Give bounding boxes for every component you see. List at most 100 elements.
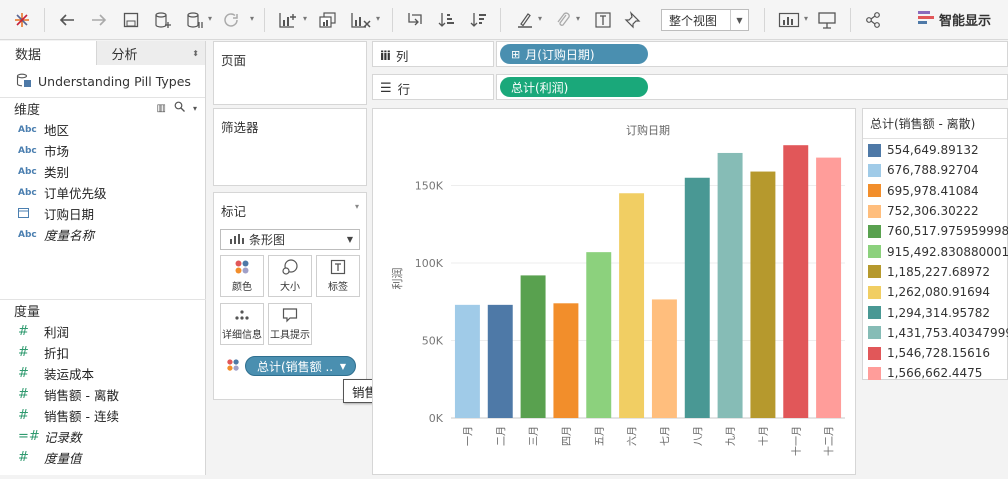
legend-label: 676,788.92704 [887,163,979,178]
number-type-icon: =# [18,429,40,444]
number-type-icon: # [18,408,29,423]
datasource-item[interactable]: Understanding Pill Types [0,65,205,97]
tab-data[interactable]: 数据 [0,41,97,65]
legend-item[interactable]: 1,185,227.68972 [863,262,1007,282]
legend-swatch [868,265,881,279]
x-tick-label: 八月 [692,426,704,446]
swap-icon[interactable] [404,8,426,32]
legend-item[interactable]: 760,517.975959998 [863,221,1008,241]
presentation-icon[interactable] [816,8,838,32]
bar-2 [487,304,513,418]
legend-item[interactable]: 554,649.89132 [863,140,1007,160]
chevron-down-icon[interactable]: ▾ [804,14,808,23]
legend-item[interactable]: 1,262,080.91694 [863,282,1007,302]
measure-field-label: 装运成本 [44,367,95,382]
legend-label: 554,649.89132 [887,143,979,158]
chevron-down-icon[interactable]: ▾ [355,202,359,211]
search-icon[interactable] [174,101,185,116]
dimension-field[interactable]: 订购日期 [0,203,205,224]
legend-item[interactable]: 752,306.30222 [863,201,1007,221]
chevron-down-icon[interactable]: ▾ [193,104,197,113]
show-cards-icon[interactable] [776,8,802,32]
save-icon[interactable] [120,8,142,32]
x-tick-label: 九月 [725,426,737,446]
dimension-field-label: 度量名称 [44,228,95,243]
y-tick-label: 100K [415,257,444,270]
dimension-field[interactable]: Abc 市场 [0,140,205,161]
number-type-icon: # [18,324,29,339]
columns-shelf[interactable]: iii 列 ⊞ 月(订购日期) [372,41,1008,71]
tab-data-label: 数据 [15,47,42,63]
legend-item[interactable]: 1,546,728.15616 [863,343,1007,363]
measure-field[interactable]: =# 记录数 [0,426,206,447]
refresh-icon[interactable] [220,8,242,32]
fit-select[interactable]: 整个视图 ▼ [661,9,749,31]
view-toggle-icon[interactable]: ▥ [157,103,166,114]
legend-item[interactable]: 1,566,662.4475 [863,363,1007,383]
size-button[interactable]: 大小 [268,255,312,297]
string-type-icon: Abc [18,187,37,198]
rows-shelf[interactable]: ☰ 行 总计(利润) [372,74,1008,104]
chevron-down-icon[interactable]: ▾ [303,14,307,23]
legend-item[interactable]: 1,431,753.40347999 [863,323,1008,343]
dimensions-header: 维度 ▥ ▾ [0,97,205,119]
chevron-down-icon[interactable]: ▾ [250,14,254,23]
clear-sheet-icon[interactable] [348,8,374,32]
pages-shelf[interactable]: 页面 [213,41,367,105]
legend-item[interactable]: 915,492.830880001 [863,241,1008,261]
measure-field[interactable]: # 度量值 [0,447,206,468]
legend-item[interactable]: 676,788.92704 [863,160,1007,180]
y-tick-label: 50K [422,335,444,348]
bar-chart: 订购日期0K50K100K150K利润一月 二月 三月 四月 五月 六月 七月 八月 九月 十月十… [390,123,845,456]
tableau-logo-icon[interactable] [10,8,34,32]
number-type-icon: # [18,450,29,465]
marks-color-pill[interactable]: 总计(销售额 .. ▼ [245,356,356,376]
show-labels-icon[interactable] [592,8,614,32]
pause-updates-icon[interactable] [184,8,206,32]
legend-item[interactable]: 1,294,314.95782 [863,302,1007,322]
sort-descending-icon[interactable] [468,8,490,32]
columns-pill[interactable]: ⊞ 月(订购日期) [500,44,648,64]
rows-icon: ☰ [380,81,392,96]
highlight-icon[interactable] [514,8,536,32]
chevron-down-icon[interactable]: ▾ [538,14,542,23]
dimension-field[interactable]: Abc 类别 [0,161,205,182]
x-tick-label: 七月 [659,426,671,446]
redo-icon[interactable] [88,8,110,32]
dimension-field[interactable]: Abc 地区 [0,119,205,140]
chevron-down-icon[interactable]: ▾ [376,14,380,23]
tab-analysis[interactable]: 分析 ⬍ [96,41,205,65]
undo-icon[interactable] [56,8,78,32]
datasource-name: Understanding Pill Types [38,73,191,89]
duplicate-icon[interactable] [316,8,340,32]
share-icon[interactable] [862,8,884,32]
measure-field[interactable]: # 销售额 - 连续 [0,405,206,426]
measure-field[interactable]: # 装运成本 [0,363,206,384]
sort-ascending-icon[interactable] [436,8,458,32]
show-me-button[interactable]: 智能显示 [918,10,991,29]
group-icon[interactable] [552,8,574,32]
chevron-down-icon[interactable]: ▾ [576,14,580,23]
measure-field[interactable]: # 折扣 [0,342,206,363]
chevron-down-icon[interactable]: ▾ [208,14,212,23]
label-button[interactable]: 标签 [316,255,360,297]
columns-icon: iii [380,48,391,63]
dimension-field-label: 地区 [44,123,70,138]
measure-field[interactable]: # 销售额 - 离散 [0,384,206,405]
pin-icon[interactable] [622,8,644,32]
dimension-field[interactable]: Abc 订单优先级 [0,182,205,203]
color-label: 颜色 [232,282,252,293]
detail-button[interactable]: 详细信息 [220,303,264,345]
new-worksheet-icon[interactable] [276,8,300,32]
new-datasource-icon[interactable] [152,8,174,32]
calendar-icon [18,207,34,221]
tooltip-button[interactable]: 工具提示 [268,303,312,345]
rows-pill[interactable]: 总计(利润) [500,77,648,97]
measure-field[interactable]: # 利润 [0,321,206,342]
mark-type-select[interactable]: 条形图 ▼ [220,229,360,250]
legend-label: 915,492.830880001 [887,244,1008,259]
filters-shelf[interactable]: 筛选器 [213,108,367,186]
color-button[interactable]: 颜色 [220,255,264,297]
dimension-field[interactable]: Abc 度量名称 [0,224,205,245]
legend-item[interactable]: 695,978.41084 [863,181,1007,201]
